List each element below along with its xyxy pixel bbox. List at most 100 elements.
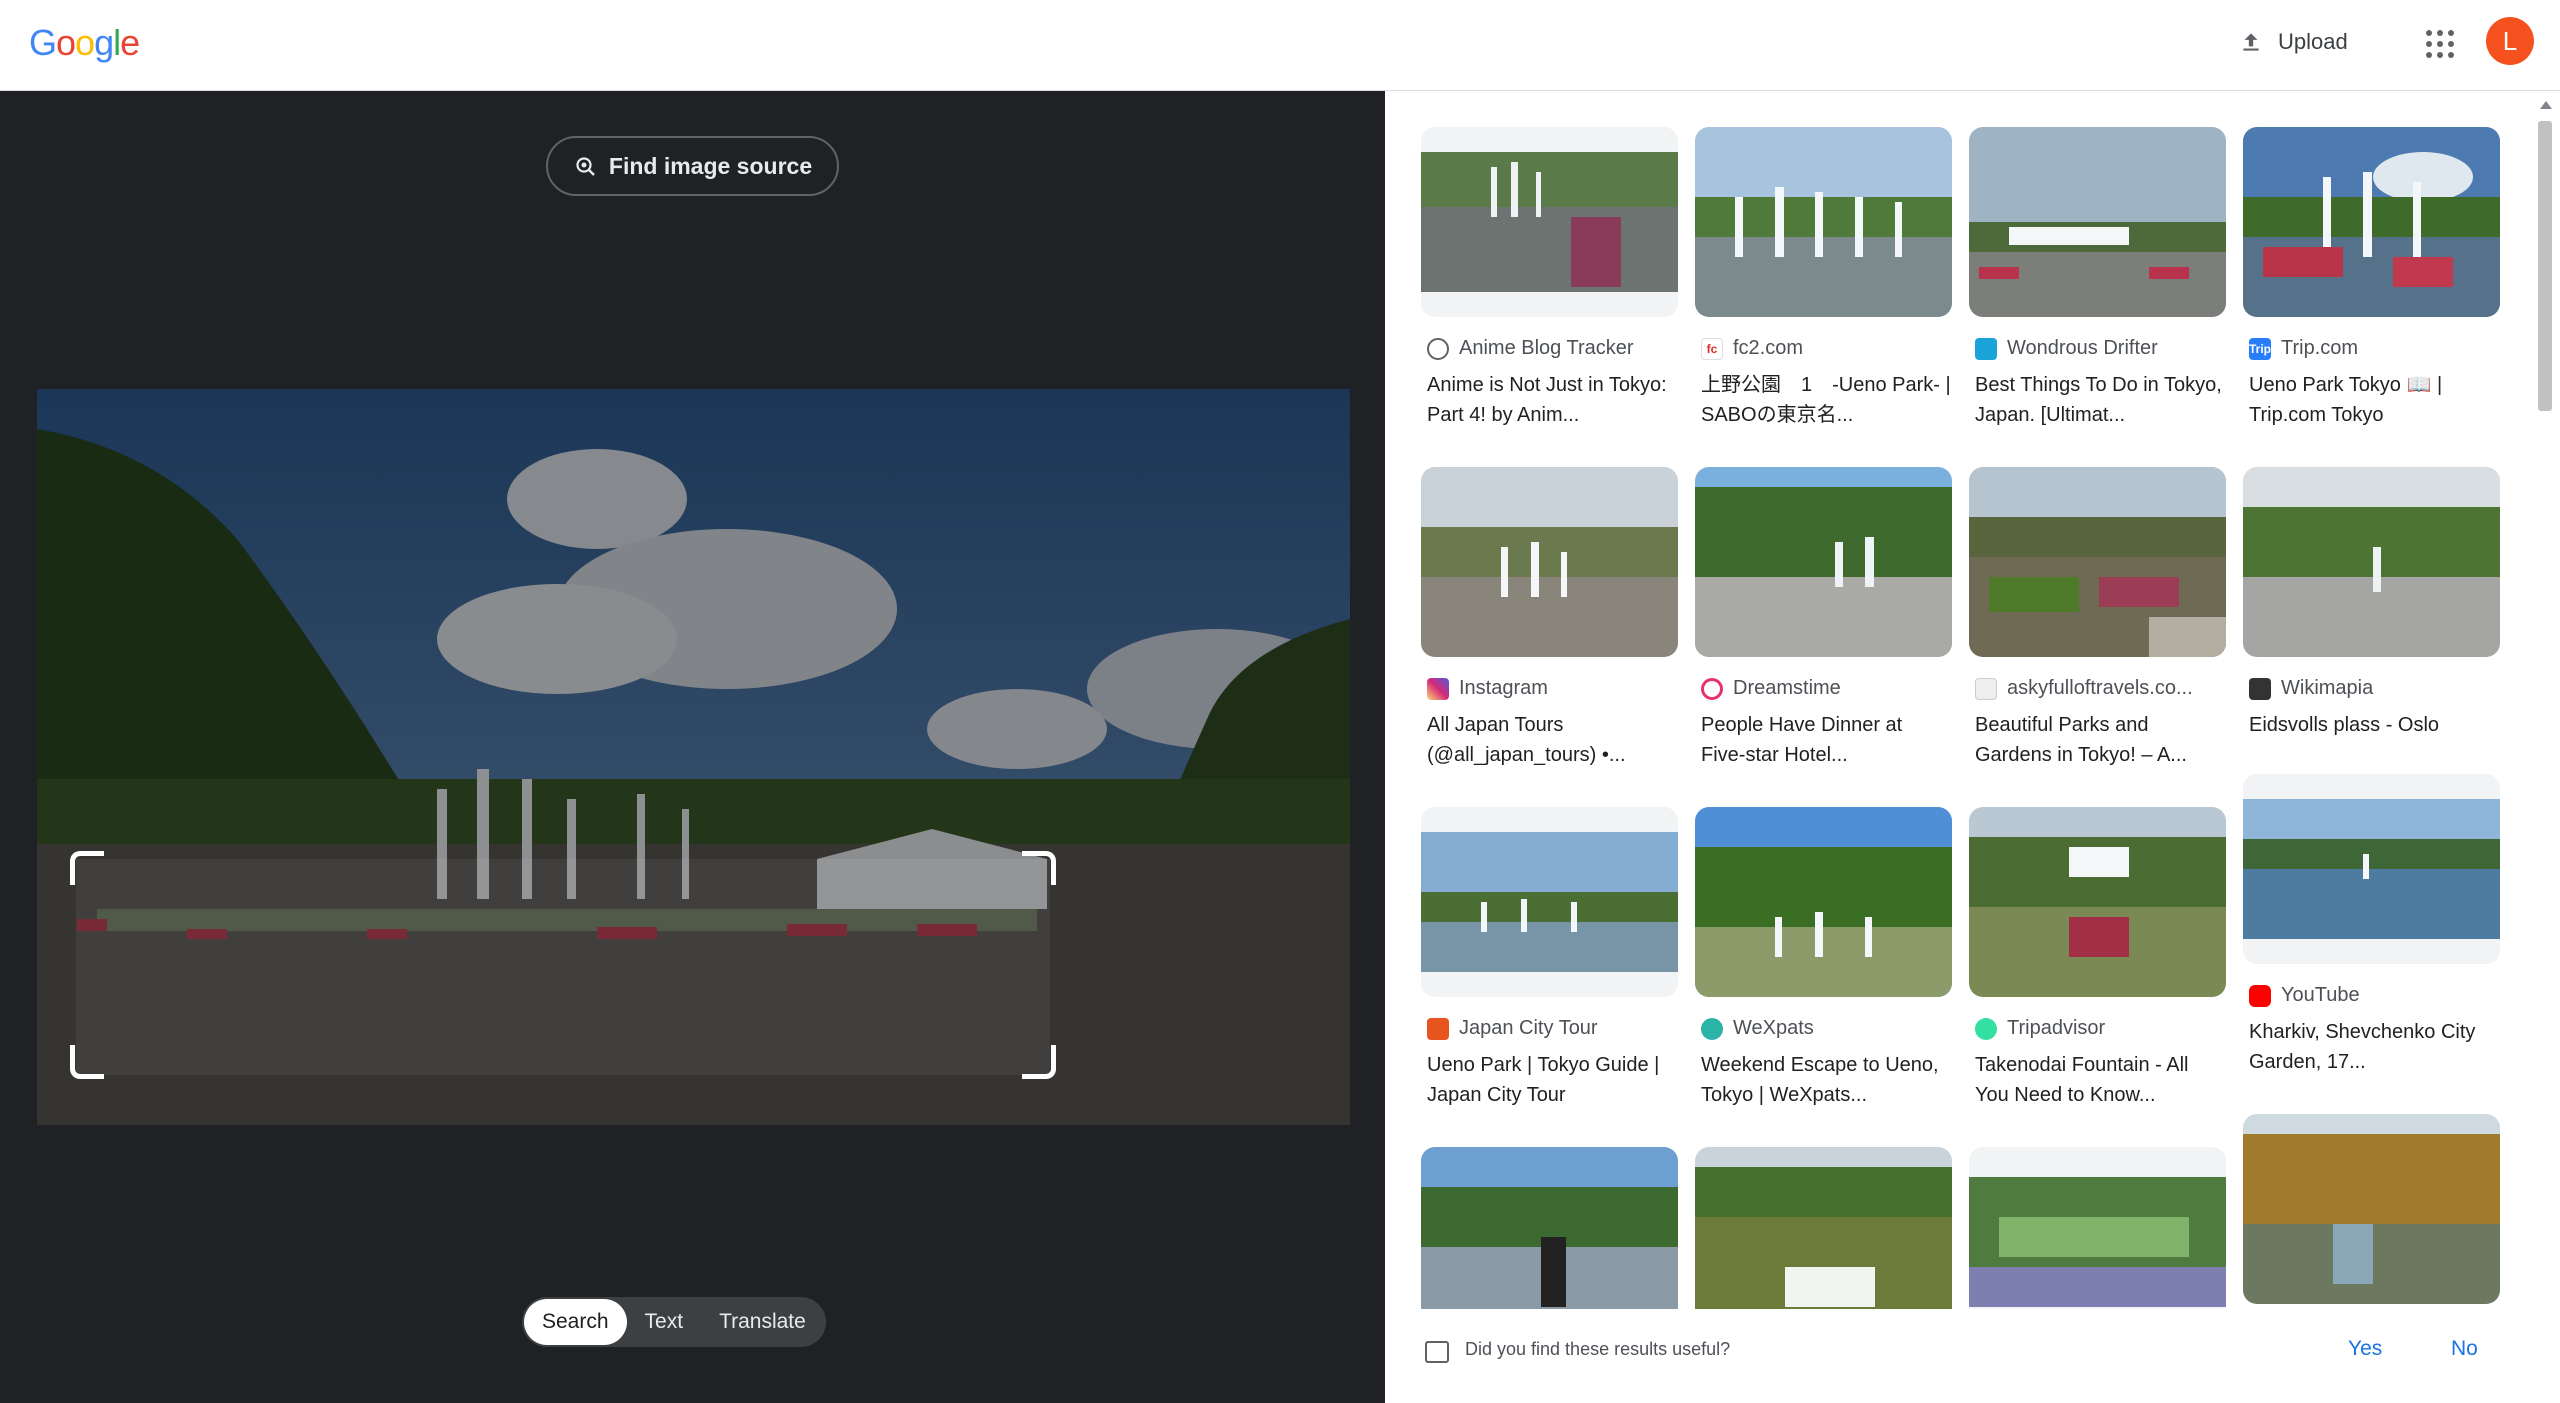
result-source: Anime Blog Tracker (1421, 337, 1678, 360)
result-thumbnail[interactable] (1969, 467, 2226, 657)
result-thumbnail[interactable] (1695, 807, 1952, 997)
result-source: Dreamstime (1695, 677, 1952, 700)
result-source-label: Trip.com (2281, 337, 2359, 359)
wikimapia-icon (2249, 677, 2271, 700)
result-title[interactable]: Weekend Escape to Ueno, Tokyo | WeXpats.… (1695, 1050, 1952, 1110)
globe-icon (1427, 337, 1449, 360)
selected-region[interactable] (76, 859, 1050, 1075)
fc2-icon: fc (1701, 337, 1723, 360)
result-source: Japan City Tour (1421, 1017, 1678, 1040)
result-card[interactable]: Anime Blog Tracker Anime is Not Just in … (1421, 127, 1678, 430)
result-thumbnail[interactable] (1421, 807, 1678, 997)
result-title[interactable]: Takenodai Fountain - All You Need to Kno… (1969, 1050, 2226, 1110)
crop-handle-bottom-right[interactable] (1022, 1045, 1056, 1079)
result-card[interactable]: Instagram All Japan Tours (@all_japan_to… (1421, 467, 1678, 770)
result-thumbnail[interactable] (1421, 467, 1678, 657)
wondrous-drifter-icon (1975, 337, 1997, 360)
find-image-source-label: Find image source (608, 152, 813, 179)
feedback-no-button[interactable]: No (2451, 1337, 2478, 1361)
result-card[interactable]: WeXpats Weekend Escape to Ueno, Tokyo | … (1695, 807, 1952, 1110)
result-source: Instagram (1421, 677, 1678, 700)
result-source-label: Japan City Tour (1459, 1017, 1598, 1039)
tab-search[interactable]: Search (524, 1299, 627, 1345)
result-source: Tripadvisor (1969, 1017, 2226, 1040)
result-source-label: Wondrous Drifter (2007, 337, 2158, 359)
result-source-label: Instagram (1459, 677, 1548, 699)
result-card[interactable]: YouTube Kharkiv, Shevchenko City Garden,… (2243, 774, 2500, 1077)
tab-translate[interactable]: Translate (701, 1299, 824, 1345)
result-card[interactable]: Wikimapia Eidsvolls plass - Oslo (2243, 467, 2500, 770)
feedback-bar: Did you find these results useful? Yes N… (1385, 1309, 2535, 1403)
find-image-source-button[interactable]: Find image source (546, 136, 839, 196)
result-source-label: YouTube (2281, 984, 2360, 1006)
result-title[interactable]: Ueno Park | Tokyo Guide | Japan City Tou… (1421, 1050, 1678, 1110)
result-thumbnail[interactable] (1421, 127, 1678, 317)
result-source-label: fc2.com (1733, 337, 1804, 359)
dreamstime-icon (1701, 677, 1723, 700)
result-thumbnail[interactable] (2243, 1114, 2500, 1304)
result-card[interactable]: fc fc2.com 上野公園 1 -Ueno Park- | SABOの東京名… (1695, 127, 1952, 430)
result-title[interactable]: Eidsvolls plass - Oslo (2243, 710, 2500, 770)
google-logo[interactable]: Google (29, 22, 140, 64)
result-source-label: Dreamstime (1733, 677, 1841, 699)
result-card[interactable]: Japan City Tour Ueno Park | Tokyo Guide … (1421, 807, 1678, 1110)
upload-icon (2243, 33, 2259, 51)
result-source: Wondrous Drifter (1969, 337, 2226, 360)
result-title[interactable]: Kharkiv, Shevchenko City Garden, 17... (2243, 1017, 2500, 1077)
result-card[interactable]: Dreamstime People Have Dinner at Five-st… (1695, 467, 1952, 770)
image-preview-pane: Find image source Search Text Translate (0, 91, 1385, 1403)
result-thumbnail[interactable] (1695, 127, 1952, 317)
result-card[interactable]: Wondrous Drifter Best Things To Do in To… (1969, 127, 2226, 430)
lens-mode-tabs: Search Text Translate (522, 1297, 826, 1347)
result-thumbnail[interactable] (1695, 467, 1952, 657)
askyfulloftravels-icon (1975, 677, 1997, 700)
youtube-icon (2249, 984, 2271, 1007)
result-thumbnail[interactable] (2243, 774, 2500, 964)
crop-handle-top-left[interactable] (70, 851, 104, 885)
feedback-icon (1425, 1341, 1449, 1363)
result-source: Trip Trip.com (2243, 337, 2500, 360)
results-scrollbar[interactable] (2535, 97, 2555, 1397)
result-thumbnail[interactable] (1969, 807, 2226, 997)
trip-com-icon: Trip (2249, 337, 2271, 360)
image-search-icon (576, 157, 595, 176)
result-source: WeXpats (1695, 1017, 1952, 1040)
result-source-label: WeXpats (1733, 1017, 1814, 1039)
visual-matches-pane: Anime Blog Tracker Anime is Not Just in … (1385, 91, 2560, 1403)
result-title[interactable]: Ueno Park Tokyo 📖 | Trip.com Tokyo (2243, 370, 2500, 430)
instagram-icon (1427, 677, 1449, 700)
result-card[interactable]: Tripadvisor Takenodai Fountain - All You… (1969, 807, 2226, 1110)
result-source-label: Wikimapia (2281, 677, 2374, 699)
result-source-label: Tripadvisor (2007, 1017, 2106, 1039)
result-title[interactable]: People Have Dinner at Five-star Hotel... (1695, 710, 1952, 770)
result-title[interactable]: All Japan Tours (@all_japan_tours) •... (1421, 710, 1678, 770)
upload-button[interactable]: Upload (2220, 20, 2366, 64)
result-source: YouTube (2243, 984, 2500, 1007)
scrollbar-thumb[interactable] (2538, 121, 2552, 411)
uploaded-image[interactable] (37, 389, 1350, 1125)
result-title[interactable]: 上野公園 1 -Ueno Park- | SABOの東京名... (1695, 370, 1952, 430)
result-title[interactable]: Beautiful Parks and Gardens in Tokyo! – … (1969, 710, 2226, 770)
tab-text[interactable]: Text (627, 1299, 702, 1345)
result-thumbnail[interactable] (2243, 467, 2500, 657)
result-source: askyfulloftravels.co... (1969, 677, 2226, 700)
wexpats-icon (1701, 1017, 1723, 1040)
scroll-up-arrow-icon[interactable] (2540, 101, 2552, 109)
japan-city-tour-icon (1427, 1017, 1449, 1040)
result-title[interactable]: Best Things To Do in Tokyo, Japan. [Ulti… (1969, 370, 2226, 430)
result-thumbnail[interactable] (2243, 127, 2500, 317)
result-card[interactable]: Trip Trip.com Ueno Park Tokyo 📖 | Trip.c… (2243, 127, 2500, 430)
crop-handle-top-right[interactable] (1022, 851, 1056, 885)
result-title[interactable]: Anime is Not Just in Tokyo: Part 4! by A… (1421, 370, 1678, 430)
result-source-label: askyfulloftravels.co... (2007, 677, 2193, 699)
result-source: fc fc2.com (1695, 337, 1952, 360)
upload-label: Upload (2278, 29, 2348, 54)
apps-grid-icon[interactable] (2422, 26, 2458, 62)
crop-handle-bottom-left[interactable] (70, 1045, 104, 1079)
result-source: Wikimapia (2243, 677, 2500, 700)
account-avatar[interactable]: L (2486, 17, 2534, 65)
tripadvisor-icon (1975, 1017, 1997, 1040)
result-card[interactable]: askyfulloftravels.co... Beautiful Parks … (1969, 467, 2226, 770)
feedback-yes-button[interactable]: Yes (2348, 1337, 2382, 1361)
result-thumbnail[interactable] (1969, 127, 2226, 317)
